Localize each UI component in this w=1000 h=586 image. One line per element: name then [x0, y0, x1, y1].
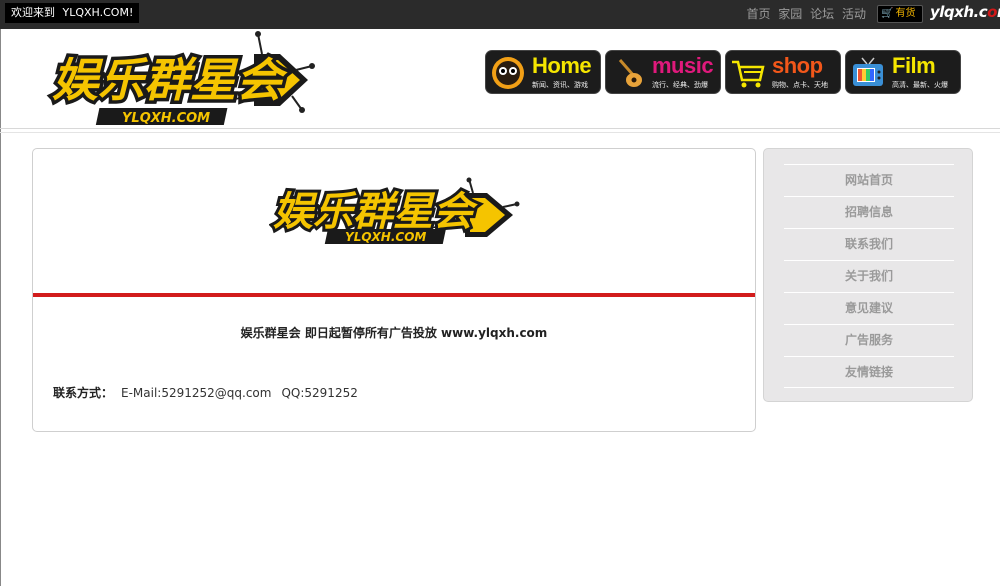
brand-red: o	[987, 3, 997, 21]
welcome-site: YLQXH.COM!	[62, 6, 134, 19]
top-link-family[interactable]: 家园	[778, 7, 802, 21]
nav-music-button[interactable]: music 流行、经典、劲爆	[605, 50, 721, 94]
nav-home-button[interactable]: Home 新闻、资讯、游戏	[485, 50, 601, 94]
brand-mark[interactable]: ylqxh.com	[930, 3, 1000, 21]
main-panel: 娱乐群星会 娱乐群星会 YLQXH.COM 娱乐群星会 即日起暂停所有广告投放 …	[32, 148, 756, 432]
nav-music-title: music	[652, 53, 714, 78]
nav-film-title: Film	[892, 53, 936, 78]
welcome-banner: 欢迎来到 YLQXH.COM!	[5, 3, 140, 23]
top-link-home[interactable]: 首页	[746, 7, 770, 21]
sidebar-item-ads[interactable]: 广告服务	[784, 324, 954, 356]
top-link-forum[interactable]: 论坛	[810, 7, 834, 21]
nav-shop-sub: 购物、点卡、天地	[772, 81, 828, 89]
top-links: 首页 家园 论坛 活动	[742, 0, 866, 29]
nav-film-button[interactable]: Film 高清、最新、火爆	[845, 50, 961, 94]
brand-main: ylqxh.c	[930, 3, 988, 21]
tv-icon	[853, 57, 883, 86]
sidebar: 网站首页 招聘信息 联系我们 关于我们 意见建议 广告服务 友情链接	[763, 148, 973, 402]
stock-button[interactable]: 🛒 有货	[877, 5, 923, 23]
logo-subtext: YLQXH.COM	[122, 111, 210, 126]
cart-icon: 🛒	[881, 8, 894, 19]
panel-logo: 娱乐群星会 娱乐群星会 YLQXH.COM	[270, 177, 520, 244]
nav-film-sub: 高清、最新、火爆	[892, 81, 948, 89]
sidebar-item-contact[interactable]: 联系我们	[784, 228, 954, 260]
page-edge	[0, 29, 1, 586]
sidebar-menu: 网站首页 招聘信息 联系我们 关于我们 意见建议 广告服务 友情链接	[784, 164, 954, 388]
panel-logo-subtext: YLQXH.COM	[345, 230, 426, 244]
sidebar-item-jobs[interactable]: 招聘信息	[784, 196, 954, 228]
contact-qq: QQ:5291252	[281, 386, 358, 400]
cart-icon	[732, 60, 765, 88]
notice-text: 娱乐群星会 即日起暂停所有广告投放 www.ylqxh.com	[240, 326, 548, 340]
stock-label: 有货	[895, 8, 916, 19]
header-divider-2	[0, 132, 1000, 133]
nav-shop-title: shop	[772, 53, 823, 78]
sidebar-item-feedback[interactable]: 意见建议	[784, 292, 954, 324]
nav-home-sub: 新闻、资讯、游戏	[532, 81, 588, 89]
sidebar-item-home[interactable]: 网站首页	[784, 164, 954, 196]
panel-logo-text: 娱乐群星会	[273, 189, 478, 235]
face-icon	[492, 57, 524, 89]
top-bar: 欢迎来到 YLQXH.COM! 首页 家园 论坛 活动 🛒 有货 ylqxh.co…	[0, 0, 1000, 29]
guitar-icon	[618, 59, 642, 87]
nav-shop-button[interactable]: shop 购物、点卡、天地	[725, 50, 841, 94]
nav-home-title: Home	[532, 53, 592, 78]
contact-label: 联系方式：	[53, 386, 114, 400]
sidebar-item-links[interactable]: 友情链接	[784, 356, 954, 388]
logo-text: 娱乐群星会	[52, 53, 288, 107]
nav-music-sub: 流行、经典、劲爆	[652, 81, 708, 89]
welcome-text: 欢迎来到	[11, 6, 55, 19]
sidebar-item-about[interactable]: 关于我们	[784, 260, 954, 292]
red-divider	[33, 293, 755, 297]
contact-email: E-Mail:5291252@qq.com	[121, 386, 272, 400]
site-logo[interactable]: 娱乐群星会 娱乐群星会 YLQXH.COM	[46, 30, 316, 128]
contact-info: 联系方式： E-Mail:5291252@qq.com QQ:5291252	[53, 384, 358, 401]
top-link-events[interactable]: 活动	[842, 7, 866, 21]
header-divider	[0, 128, 1000, 129]
